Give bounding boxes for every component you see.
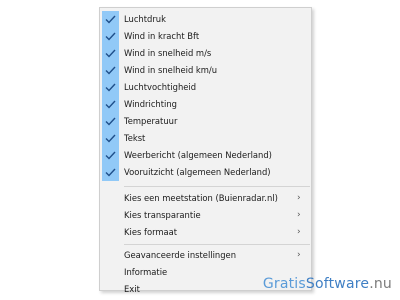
menu-item-label: Kies een meetstation (Buienradar.nl) xyxy=(124,193,278,203)
menu-item-label: Luchtvochtigheid xyxy=(124,82,197,92)
menu-item-label: Kies transparantie xyxy=(124,210,201,220)
menu-item-kies-meetstation[interactable]: Kies een meetstation (Buienradar.nl) › xyxy=(100,190,311,207)
menu-item-luchtdruk[interactable]: Luchtdruk xyxy=(100,11,311,28)
menu-item-label: Windrichting xyxy=(124,99,177,109)
menu-item-label: Temperatuur xyxy=(124,116,178,126)
checkmark-icon xyxy=(102,113,119,130)
menu-item-kies-formaat[interactable]: Kies formaat › xyxy=(100,224,311,241)
checkmark-icon xyxy=(102,130,119,147)
menu-item-wind-ms[interactable]: Wind in snelheid m/s xyxy=(100,45,311,62)
checkmark-icon xyxy=(102,147,119,164)
menu-item-label: Kies formaat xyxy=(124,227,178,237)
menu-item-label: Weerbericht (algemeen Nederland) xyxy=(124,150,272,160)
menu-item-label: Vooruitzicht (algemeen Nederland) xyxy=(124,167,271,177)
menu-item-label: Wind in snelheid m/s xyxy=(124,48,212,58)
context-menu: Luchtdruk Wind in kracht Bft Wind in sne… xyxy=(99,7,312,294)
menu-item-kies-transparantie[interactable]: Kies transparantie › xyxy=(100,207,311,224)
menu-item-label: Luchtdruk xyxy=(124,14,166,24)
watermark-part: Gratis xyxy=(262,276,306,292)
menu-item-tekst[interactable]: Tekst xyxy=(100,130,311,147)
menu-item-windrichting[interactable]: Windrichting xyxy=(100,96,311,113)
menu-item-label: Geavanceerde instellingen xyxy=(124,250,237,260)
menu-item-wind-kmu[interactable]: Wind in snelheid km/u xyxy=(100,62,311,79)
checkmark-icon xyxy=(102,79,119,96)
menu-item-wind-bft[interactable]: Wind in kracht Bft xyxy=(100,28,311,45)
checkmark-icon xyxy=(102,96,119,113)
menu-item-label: Tekst xyxy=(124,133,146,143)
menu-item-luchtvochtigheid[interactable]: Luchtvochtigheid xyxy=(100,79,311,96)
menu-item-weerbericht[interactable]: Weerbericht (algemeen Nederland) xyxy=(100,147,311,164)
menu-item-label: Exit xyxy=(124,284,140,294)
watermark-logo: GratisSoftware.nu xyxy=(263,276,392,292)
submenu-arrow-icon: › xyxy=(297,210,301,220)
menu-item-label: Wind in snelheid km/u xyxy=(124,65,218,75)
checkmark-icon xyxy=(102,62,119,79)
menu-separator xyxy=(124,244,310,245)
submenu-arrow-icon: › xyxy=(297,250,301,260)
watermark-part: Software xyxy=(305,276,370,292)
watermark-part: .nu xyxy=(369,276,392,292)
menu-item-label: Wind in kracht Bft xyxy=(124,31,200,41)
submenu-arrow-icon: › xyxy=(297,193,301,203)
checkmark-icon xyxy=(102,11,119,28)
menu-separator xyxy=(124,186,310,187)
checkmark-icon xyxy=(102,28,119,45)
menu-item-geavanceerde-instellingen[interactable]: Geavanceerde instellingen › xyxy=(100,247,311,264)
checkmark-icon xyxy=(102,45,119,62)
menu-item-temperatuur[interactable]: Temperatuur xyxy=(100,113,311,130)
menu-item-vooruitzicht[interactable]: Vooruitzicht (algemeen Nederland) xyxy=(100,164,311,181)
checkmark-icon xyxy=(102,164,119,181)
submenu-arrow-icon: › xyxy=(297,227,301,237)
